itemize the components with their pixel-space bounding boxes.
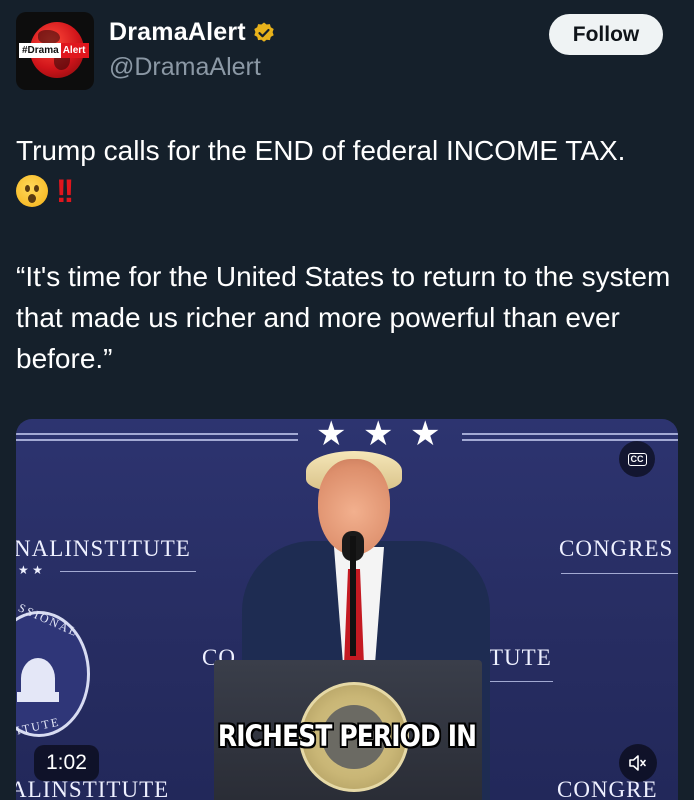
follow-button[interactable]: Follow xyxy=(549,14,663,55)
cc-icon: CC xyxy=(627,452,647,466)
backdrop-text: TUTE xyxy=(489,645,552,670)
tweet-text: Trump calls for the END of federal INCOM… xyxy=(16,135,626,166)
closed-captions-button[interactable]: CC xyxy=(619,441,655,477)
backdrop-text: ALINSTITUTE xyxy=(16,777,170,800)
double-exclamation-icon: !! xyxy=(56,173,74,209)
avatar[interactable]: #Drama Alert xyxy=(16,12,94,90)
avatar-tag: #Drama Alert xyxy=(19,43,89,58)
video-caption: RICHEST PERIOD IN xyxy=(217,719,477,753)
speaker-muted-icon xyxy=(629,755,646,771)
microphone-stand xyxy=(350,536,356,656)
backdrop-text: CONGRES xyxy=(559,536,674,561)
tweet-quote: “It's time for the United States to retu… xyxy=(16,261,671,374)
author-display-name[interactable]: DramaAlert xyxy=(109,18,246,47)
small-stars-icon: ★ ★ xyxy=(18,563,43,577)
decor-line xyxy=(462,433,678,435)
star-icon: ★ xyxy=(410,419,441,453)
backdrop-text: NALINSTITUTE xyxy=(16,536,191,561)
author-handle[interactable]: @DramaAlert xyxy=(109,53,261,82)
video-duration: 1:02 xyxy=(34,745,99,781)
avatar-tag-part2: Alert xyxy=(60,43,89,58)
avatar-tag-part1: #Drama xyxy=(19,43,61,58)
decor-line xyxy=(16,433,298,435)
decor-line xyxy=(462,439,678,441)
decor-line xyxy=(489,681,553,682)
hushed-face-icon xyxy=(16,175,48,207)
tweet-emojis: !! xyxy=(16,173,74,209)
verified-badge-icon xyxy=(254,22,274,42)
star-icon: ★ xyxy=(316,419,347,453)
author-name-row[interactable]: DramaAlert xyxy=(109,18,276,47)
video-player[interactable]: ★ ★ ★ NALINSTITUTE ★ ★ CONGRES CO TUTE A… xyxy=(16,419,678,800)
decor-line xyxy=(16,439,298,441)
decor-line xyxy=(561,573,678,574)
star-icon: ★ xyxy=(363,419,394,453)
mute-button[interactable] xyxy=(619,744,657,782)
decor-line xyxy=(60,571,196,572)
